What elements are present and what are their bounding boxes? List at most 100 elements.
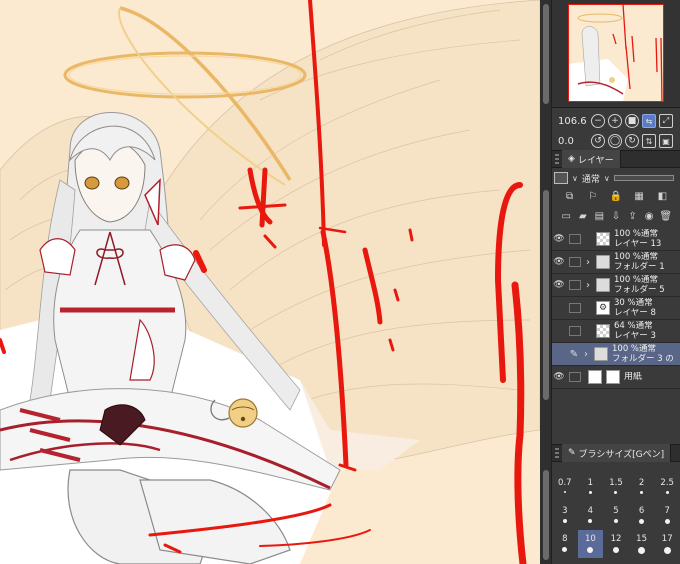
brush-size-label: 1.5 [609, 478, 623, 488]
brush-size-option[interactable]: 3 [552, 502, 578, 530]
mask-icon[interactable]: ◉ [643, 211, 655, 223]
scrollbar-thumb-brush[interactable] [543, 470, 549, 560]
folder-thumbnail [594, 347, 608, 361]
folder-expand-icon[interactable]: › [582, 349, 590, 360]
layer-name: 用紙 [624, 372, 643, 382]
drawing-canvas[interactable] [0, 0, 540, 564]
zoom-out-icon[interactable]: − [591, 114, 605, 128]
rotate-value[interactable]: 0.0 [556, 136, 588, 147]
brush-size-option[interactable]: 7 [654, 502, 680, 530]
brush-size-option[interactable]: 6 [629, 502, 655, 530]
brush-size-dot-icon [613, 519, 618, 523]
brush-size-option[interactable]: 2 [629, 474, 655, 502]
navigator-preview[interactable] [568, 4, 664, 102]
lock-icon[interactable]: 🔒 [610, 191, 622, 203]
layer-row-selected[interactable]: ✎ › 100 %通常 フォルダー 3 の [552, 343, 680, 366]
layer-name: フォルダー 1 [614, 262, 665, 272]
brush-size-option[interactable]: 10 [577, 530, 604, 558]
rotate-left-icon[interactable]: ↺ [591, 134, 605, 148]
brush-size-dot-icon [562, 547, 568, 552]
brush-size-tabbar: ✎ ブラシサイズ[Gペン] [552, 444, 680, 462]
eye-icon[interactable]: 👁 [552, 257, 566, 267]
layer-name: レイヤー 8 [614, 308, 656, 318]
layer-row[interactable]: 64 %通常 レイヤー 3 [552, 320, 680, 343]
blend-mode-select[interactable]: 通常 [582, 172, 600, 185]
eye-icon[interactable]: 👁 [552, 280, 566, 290]
brush-size-option[interactable]: 8 [552, 530, 578, 558]
layer-lock-box[interactable] [569, 372, 581, 382]
clipping-icon[interactable]: ⧉ [564, 191, 576, 203]
brush-size-option[interactable]: 1.5 [603, 474, 629, 502]
flip-vertical-icon[interactable]: ⇅ [642, 134, 656, 148]
expand-icon[interactable]: ⤢ [659, 114, 673, 128]
rotate-right-icon[interactable]: ↻ [625, 134, 639, 148]
layer-lock-box[interactable] [569, 234, 581, 244]
brush-size-label: 7 [664, 506, 670, 516]
tab-layer[interactable]: ◈ レイヤー [562, 150, 621, 168]
brush-icon: ✎ [568, 448, 576, 458]
layer-row[interactable]: 👁 100 %通常 レイヤー 13 [552, 228, 680, 251]
brush-size-dot-icon [612, 547, 619, 553]
reference-layer-icon[interactable]: ⚐ [587, 191, 599, 203]
layer-opacity: 64 %通常 [614, 321, 653, 331]
reset-rotation-icon[interactable]: ◯ [608, 134, 622, 148]
scrollbar-thumb-navigator[interactable] [543, 4, 549, 104]
opacity-slider[interactable] [613, 175, 674, 181]
layer-property-row: ∨ 通常 ∨ [552, 170, 680, 186]
brush-size-dot-icon [663, 547, 671, 554]
paper-thumbnail [588, 370, 602, 384]
scrollbar-thumb-layers[interactable] [543, 190, 549, 400]
lock-transparency-icon[interactable]: ▦ [633, 191, 645, 203]
layers-icon: ◈ [568, 154, 575, 164]
chevron-down-icon[interactable]: ∨ [572, 174, 578, 183]
brush-size-option[interactable]: 12 [603, 530, 629, 558]
brush-size-option[interactable]: 1 [578, 474, 604, 502]
new-vector-layer-icon[interactable]: ▰ [577, 211, 589, 223]
brush-size-option[interactable]: 15 [629, 530, 655, 558]
mask-enable-icon[interactable]: ◧ [656, 191, 668, 203]
blend-chevron-icon[interactable]: ∨ [604, 174, 610, 183]
folder-expand-icon[interactable]: › [584, 257, 592, 268]
transfer-icon[interactable]: ⇪ [627, 211, 639, 223]
layer-lock-box[interactable] [569, 257, 581, 267]
brush-size-option[interactable]: 0.7 [552, 474, 578, 502]
folder-expand-icon[interactable]: › [584, 280, 592, 291]
layer-row[interactable]: 👁 用紙 [552, 366, 680, 389]
brush-size-dot-icon [588, 491, 592, 494]
layer-lock-box[interactable] [569, 280, 581, 290]
flip-horizontal-icon[interactable]: ⇆ [642, 114, 656, 128]
eye-icon[interactable]: 👁 [552, 372, 566, 382]
layer-lock-box[interactable] [569, 303, 581, 313]
brush-size-option[interactable]: 4 [578, 502, 604, 530]
brush-size-option[interactable]: 2.5 [654, 474, 680, 502]
brush-size-dot-icon [665, 491, 669, 494]
brush-size-label: 17 [661, 534, 673, 544]
drag-handle-icon[interactable] [552, 150, 562, 168]
brush-size-label: 0.7 [558, 478, 572, 488]
drag-handle-icon[interactable] [552, 444, 562, 462]
tab-brush-size[interactable]: ✎ ブラシサイズ[Gペン] [562, 444, 672, 462]
zoom-value[interactable]: 106.6 [556, 116, 588, 127]
new-raster-layer-icon[interactable]: ▭ [560, 211, 572, 223]
brush-size-option[interactable]: 5 [603, 502, 629, 530]
trash-icon[interactable]: 🗑 [659, 211, 672, 223]
zoom-in-icon[interactable]: + [608, 114, 622, 128]
layer-row[interactable]: ⚙ 30 %通常 レイヤー 8 [552, 297, 680, 320]
navigator-panel [552, 0, 680, 108]
layer-opacity: 100 %通常 [614, 275, 659, 285]
fit-window-icon[interactable]: ■ [625, 114, 639, 128]
brush-size-option[interactable]: 17 [654, 530, 680, 558]
layer-row[interactable]: 👁 › 100 %通常 フォルダー 1 [552, 251, 680, 274]
layer-thumbnail [596, 232, 610, 246]
artwork [0, 0, 540, 564]
layer-lock-box[interactable] [569, 326, 581, 336]
eye-icon[interactable]: 👁 [552, 234, 566, 244]
brush-size-dot-icon [638, 547, 646, 554]
navigator-more-icon[interactable]: ▣ [659, 134, 673, 148]
merge-down-icon[interactable]: ⇩ [610, 211, 622, 223]
layer-color-swatch[interactable] [554, 172, 568, 184]
new-folder-icon[interactable]: ▤ [593, 211, 605, 223]
panel-scrollbar[interactable] [540, 0, 552, 564]
brush-size-label: 10 [584, 534, 596, 544]
layer-row[interactable]: 👁 › 100 %通常 フォルダー 5 [552, 274, 680, 297]
